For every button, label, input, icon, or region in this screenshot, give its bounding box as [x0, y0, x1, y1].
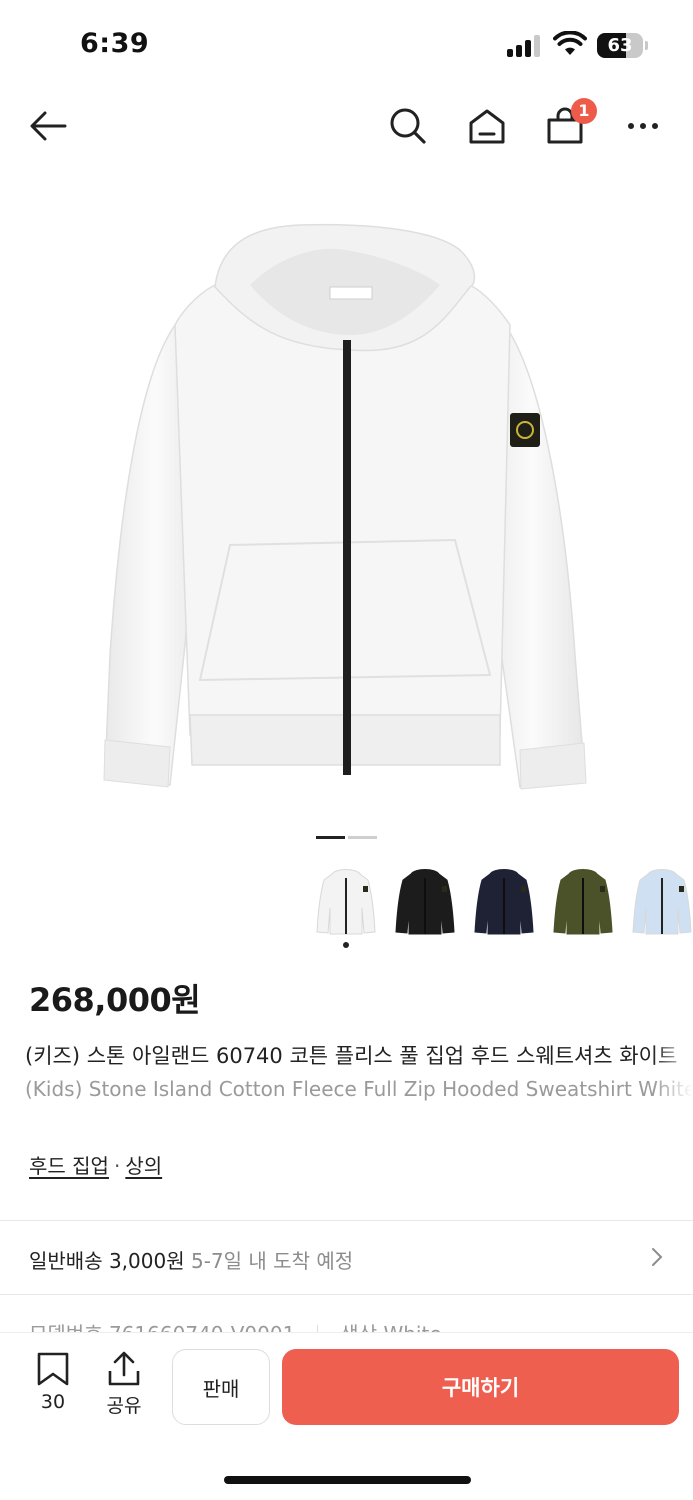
divider [0, 1294, 693, 1295]
hoodie-thumbnail-image [474, 869, 534, 935]
more-button[interactable] [619, 102, 667, 150]
image-pager [316, 836, 378, 840]
share-label: 공유 [106, 1395, 142, 1417]
hoodie-image [103, 223, 587, 790]
status-time: 6:39 [80, 28, 150, 59]
color-thumbnail-navy[interactable] [470, 864, 538, 940]
buy-button[interactable]: 구매하기 [282, 1349, 679, 1425]
category-link-hood-zipup[interactable]: 후드 집업 [29, 1154, 109, 1178]
share-button[interactable]: 공유 [99, 1351, 149, 1417]
search-button[interactable] [384, 102, 432, 150]
share-icon [108, 1351, 140, 1386]
color-thumbnail-white[interactable] [312, 864, 380, 940]
product-title-en: (Kids) Stone Island Cotton Fleece Full Z… [25, 1077, 693, 1101]
hoodie-thumbnail-image [395, 869, 455, 935]
hoodie-thumbnail-image [632, 869, 692, 935]
color-thumbnail-strip [312, 860, 693, 955]
hoodie-thumbnail-image [553, 869, 613, 935]
pager-segment-active [316, 836, 345, 839]
back-arrow-icon [30, 111, 67, 141]
home-button[interactable] [463, 102, 511, 150]
shipping-info: 일반배송 3,000원 5-7일 내 도착 예정 [29, 1245, 353, 1274]
battery-cap [645, 41, 648, 50]
battery-level: 63 [607, 35, 633, 56]
hoodie-thumbnail-image [316, 869, 376, 935]
color-thumbnail-light-blue[interactable] [628, 864, 693, 940]
bookmark-icon [37, 1352, 69, 1386]
shipping-eta: 5-7일 내 도착 예정 [190, 1249, 354, 1273]
cart-count-badge: 1 [571, 98, 597, 124]
home-indicator [224, 1476, 471, 1484]
sell-button[interactable]: 판매 [172, 1349, 270, 1425]
divider [0, 1220, 693, 1221]
status-bar: 6:39 63 [0, 0, 693, 90]
more-icon [628, 123, 658, 129]
wifi-icon [553, 31, 587, 55]
cellular-signal-icon [507, 35, 543, 57]
cart-button[interactable]: 1 [541, 98, 597, 150]
product-price: 268,000원 [29, 981, 201, 1019]
product-title-ko: (키즈) 스톤 아일랜드 60740 코튼 플리스 풀 집업 후드 스웨트셔츠 … [25, 1040, 693, 1070]
top-nav-bar: 1 [0, 90, 693, 160]
product-image[interactable] [0, 175, 693, 825]
search-icon [390, 108, 426, 144]
selected-thumbnail-indicator [343, 942, 349, 948]
category-link-tops[interactable]: 상의 [125, 1154, 162, 1178]
category-links: 후드 집업 · 상의 [29, 1150, 162, 1179]
pager-segment [348, 836, 377, 839]
bottom-action-bar: 30 공유 판매 구매하기 [0, 1332, 693, 1500]
shipping-row[interactable]: 일반배송 3,000원 5-7일 내 도착 예정 [29, 1225, 669, 1289]
bookmark-button[interactable]: 30 [28, 1351, 78, 1415]
chevron-right-icon [652, 1248, 663, 1266]
battery-icon: 63 [597, 33, 643, 58]
bookmark-count: 30 [40, 1391, 66, 1413]
color-thumbnail-black[interactable] [391, 864, 459, 940]
category-separator: · [113, 1154, 121, 1178]
back-button[interactable] [24, 102, 72, 150]
home-icon [469, 109, 505, 144]
color-thumbnail-olive[interactable] [549, 864, 617, 940]
shipping-label: 일반배송 3,000원 [29, 1249, 185, 1273]
